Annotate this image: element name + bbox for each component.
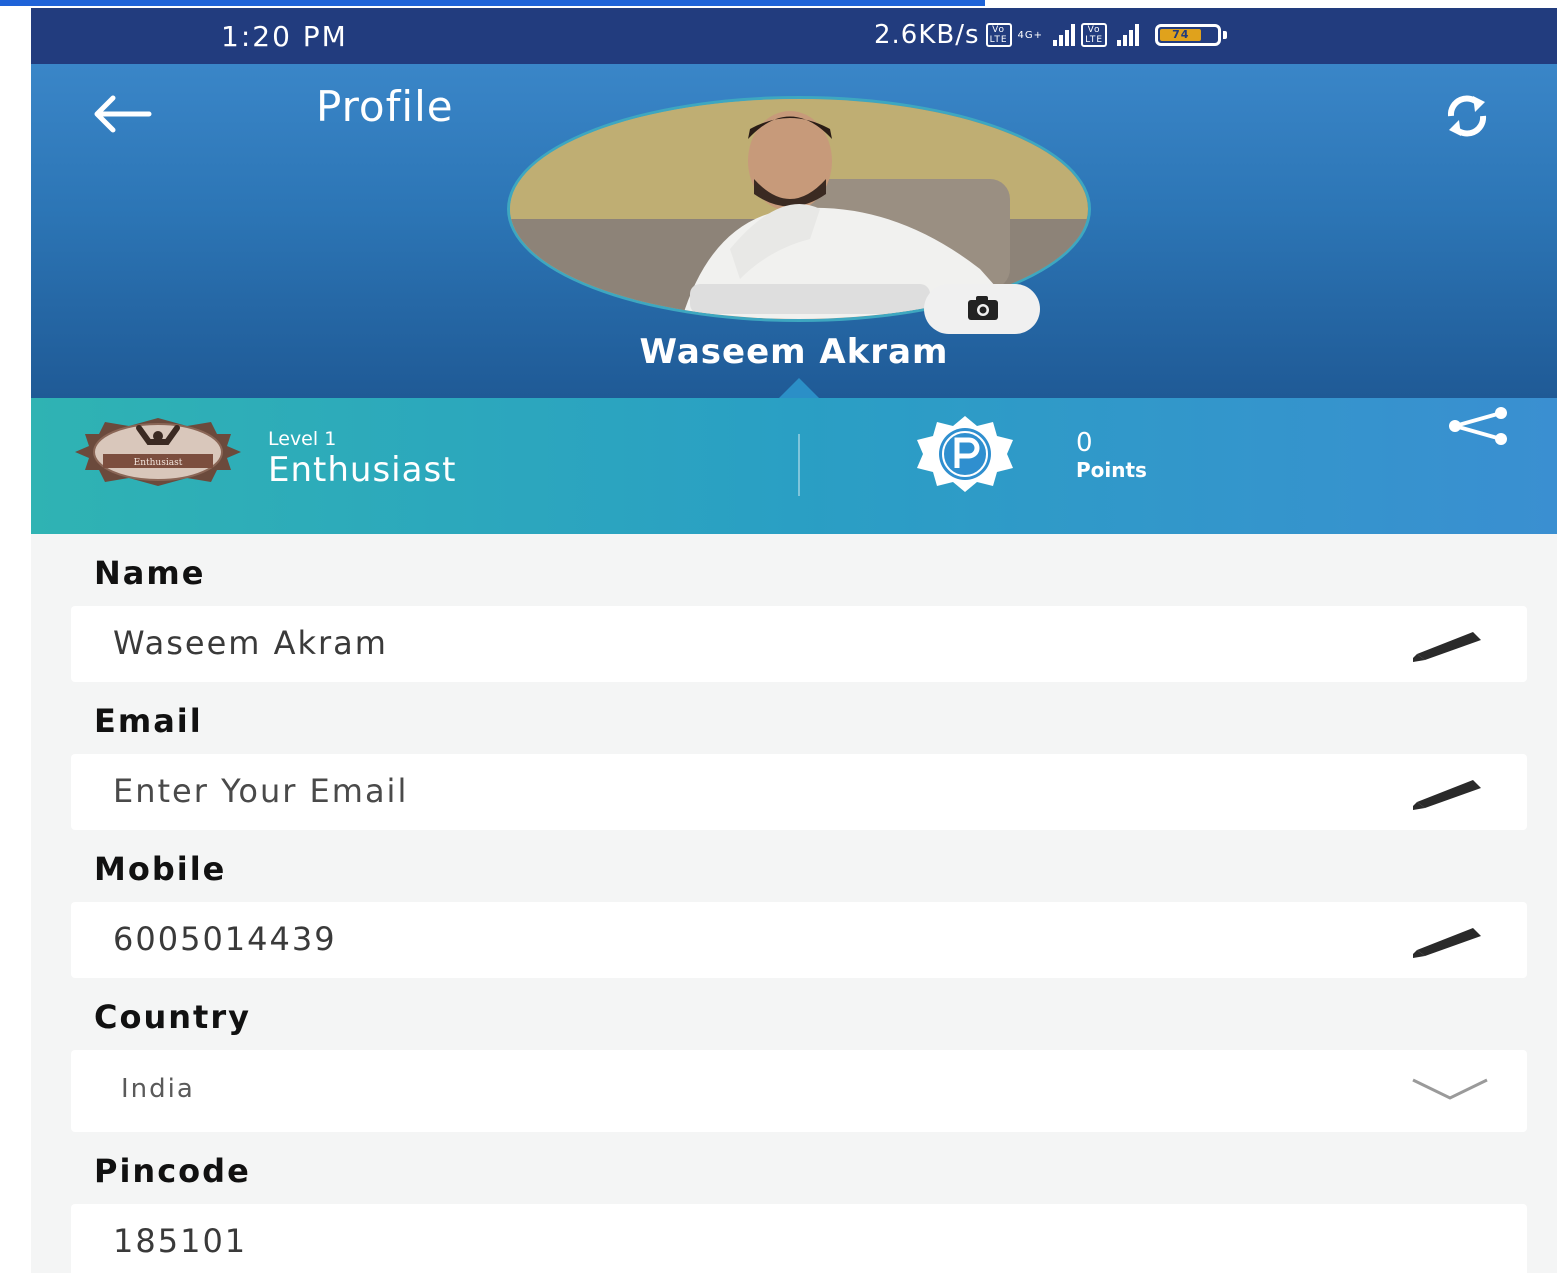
enthusiast-badge-icon[interactable]: Enthusiast (69, 416, 247, 488)
header-pointer (779, 378, 819, 398)
mobile-field[interactable]: 6005014439 (71, 902, 1527, 978)
chevron-down-icon[interactable] (1409, 1076, 1491, 1102)
pincode-label: Pincode (94, 1152, 251, 1190)
email-placeholder: Enter Your Email (113, 772, 409, 810)
points-value: 0 (1076, 428, 1093, 458)
pincode-value: 185101 (113, 1222, 248, 1260)
level-name: Enthusiast (268, 450, 457, 490)
country-label: Country (94, 998, 251, 1036)
name-value: Waseem Akram (113, 624, 388, 662)
network-speed: 2.6KB/s (874, 20, 980, 50)
sync-icon[interactable] (1437, 90, 1497, 142)
status-indicators: 2.6KB/s Vo LTE 4G+ Vo LTE 74 (874, 20, 1228, 50)
mobile-label: Mobile (94, 850, 227, 888)
profile-user-name: Waseem Akram (639, 332, 949, 372)
signal-icon-2 (1117, 24, 1140, 46)
signal-icon (1053, 24, 1076, 46)
pencil-icon[interactable] (1407, 776, 1489, 812)
page-title: Profile (316, 82, 454, 131)
points-label: Points (1076, 458, 1147, 482)
network-type: 4G+ (1017, 29, 1044, 41)
badge-text: Enthusiast (134, 458, 183, 468)
email-field[interactable]: Enter Your Email (71, 754, 1527, 830)
name-field[interactable]: Waseem Akram (71, 606, 1527, 682)
pencil-icon[interactable] (1407, 628, 1489, 664)
camera-icon (968, 296, 998, 320)
share-icon[interactable] (1441, 406, 1517, 446)
stats-band: Enthusiast Level 1 Enthusiast 0 Points (31, 398, 1557, 534)
country-value: India (121, 1074, 195, 1104)
phone-screen: 1:20 PM 2.6KB/s Vo LTE 4G+ Vo LTE 74 Pro… (31, 8, 1557, 1273)
arrow-left-icon[interactable] (87, 92, 157, 136)
profile-header: Profile Waseem Akram (31, 64, 1557, 398)
name-label: Name (94, 554, 206, 592)
change-photo-button[interactable] (924, 284, 1040, 334)
volte-icon-2: Vo LTE (1081, 23, 1108, 47)
email-label: Email (94, 702, 203, 740)
battery-icon: 74 (1155, 24, 1228, 46)
battery-level-label: 74 (1160, 29, 1202, 41)
volte-icon: Vo LTE (985, 23, 1012, 47)
country-select[interactable]: India (71, 1050, 1527, 1132)
status-bar: 1:20 PM 2.6KB/s Vo LTE 4G+ Vo LTE 74 (31, 8, 1557, 64)
status-time: 1:20 PM (221, 20, 348, 53)
pencil-icon[interactable] (1407, 924, 1489, 960)
points-p-icon (917, 416, 1013, 492)
stats-divider (798, 434, 800, 496)
top-link-underline (0, 0, 985, 6)
mobile-value: 6005014439 (113, 920, 337, 958)
pincode-field[interactable]: 185101 (71, 1204, 1527, 1273)
level-label: Level 1 (268, 428, 337, 450)
